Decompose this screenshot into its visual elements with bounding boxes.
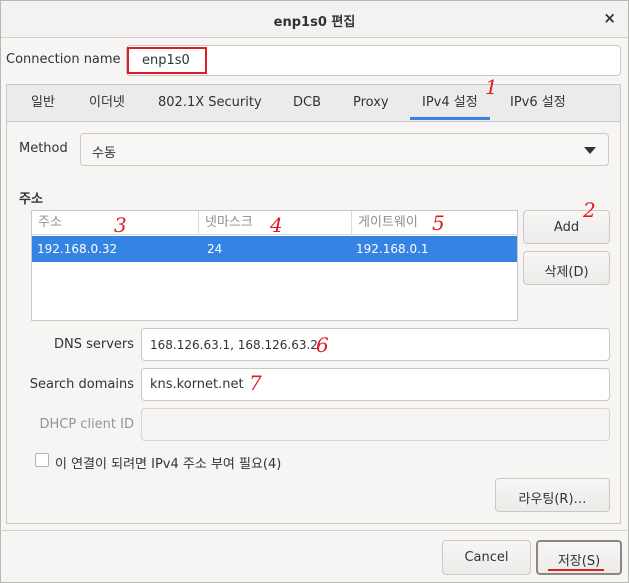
footer-divider xyxy=(0,530,627,531)
annotation-1: 1 xyxy=(485,75,498,99)
chevron-down-icon xyxy=(584,147,596,154)
cancel-button-label: Cancel xyxy=(464,550,509,565)
method-value: 수동 xyxy=(92,146,116,161)
tab-general[interactable]: 일반 xyxy=(31,85,55,123)
title-bar: enp1s0 편집 × xyxy=(1,1,628,38)
routing-button-label: 라우팅(R)… xyxy=(518,492,587,507)
table-row[interactable]: 192.168.0.32 24 192.168.0.1 xyxy=(32,236,517,262)
add-button-label: Add xyxy=(553,220,580,235)
address-section-title: 주소 xyxy=(19,192,43,207)
annotation-2: 2 xyxy=(583,198,596,222)
dns-servers-value: 168.126.63.1, 168.126.63.2 xyxy=(150,337,318,352)
tab-8021x-security[interactable]: 802.1X Security xyxy=(158,85,262,123)
require-ipv4-label: 이 연결이 되려면 IPv4 주소 부여 필요(4) xyxy=(55,457,282,472)
delete-button-label: 삭제(D) xyxy=(544,265,589,280)
require-ipv4-checkbox[interactable] xyxy=(35,453,49,467)
tab-ethernet[interactable]: 이더넷 xyxy=(89,85,125,123)
routing-button[interactable]: 라우팅(R)… xyxy=(495,478,610,512)
annotation-6: 6 xyxy=(316,333,329,357)
tab-dcb[interactable]: DCB xyxy=(293,85,321,123)
tab-ipv6-settings[interactable]: IPv6 설정 xyxy=(510,85,566,123)
search-domains-label: Search domains xyxy=(29,377,134,392)
annotation-5: 5 xyxy=(432,211,445,235)
connection-name-label: Connection name xyxy=(6,52,121,67)
cancel-button[interactable]: Cancel xyxy=(442,540,531,575)
cell-address: 192.168.0.32 xyxy=(37,242,118,256)
tab-proxy[interactable]: Proxy xyxy=(353,85,389,123)
annotation-7: 7 xyxy=(249,371,262,395)
dhcp-client-id-input[interactable] xyxy=(141,408,610,441)
tab-bar: 일반 이더넷 802.1X Security DCB Proxy IPv4 설정… xyxy=(6,84,621,122)
dns-servers-label: DNS servers xyxy=(53,337,134,352)
dhcp-client-id-label: DHCP client ID xyxy=(39,417,134,432)
search-domains-input[interactable]: kns.kornet.net xyxy=(141,368,610,401)
close-icon[interactable]: × xyxy=(603,9,616,27)
annotation-4: 4 xyxy=(270,213,283,237)
highlight-box xyxy=(127,47,207,74)
delete-button[interactable]: 삭제(D) xyxy=(523,251,610,285)
method-dropdown[interactable]: 수동 xyxy=(80,133,609,166)
save-underline-mark xyxy=(548,569,604,571)
method-label: Method xyxy=(19,141,68,156)
active-tab-indicator xyxy=(410,117,490,120)
save-button-label: 저장(S) xyxy=(557,554,601,569)
dns-servers-input[interactable]: 168.126.63.1, 168.126.63.2 xyxy=(141,328,610,361)
add-button[interactable]: Add xyxy=(523,210,610,244)
dialog-title: enp1s0 편집 xyxy=(273,15,356,30)
search-domains-value: kns.kornet.net xyxy=(150,377,244,392)
cell-netmask: 24 xyxy=(207,242,223,256)
annotation-3: 3 xyxy=(114,213,127,237)
cell-gateway: 192.168.0.1 xyxy=(356,242,429,256)
